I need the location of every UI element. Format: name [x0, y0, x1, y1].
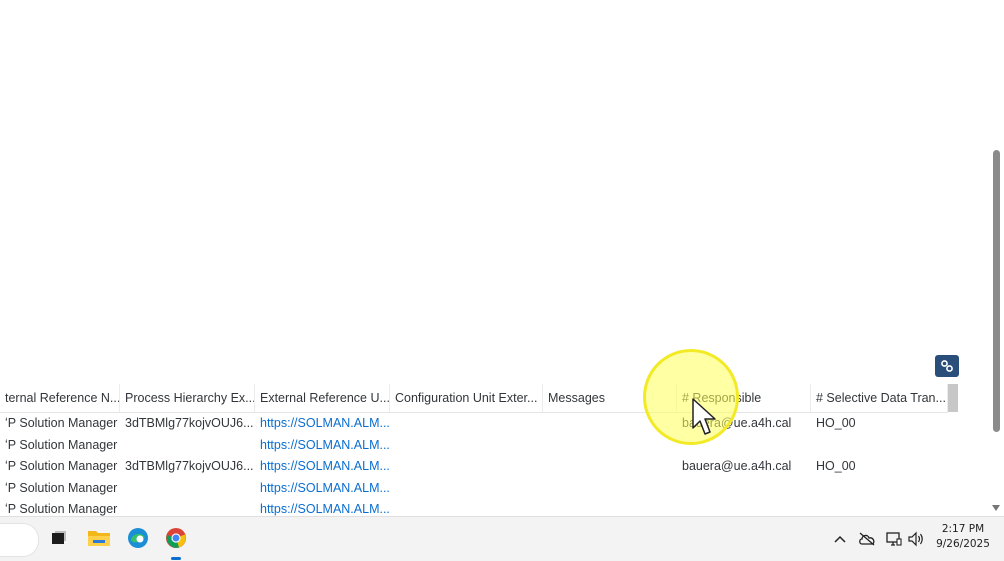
table-row[interactable]: ʻP Solution Manager https://SOLMAN.ALM..… — [0, 499, 948, 516]
table-row[interactable]: ʻP Solution Manager https://SOLMAN.ALM..… — [0, 478, 948, 500]
vertical-scrollbar[interactable] — [990, 0, 1004, 516]
table-row[interactable]: ʻP Solution Manager 3dTBMlg77kojvOUJ6...… — [0, 456, 948, 478]
cell-external-reference-name: ʻP Solution Manager — [5, 416, 118, 430]
cell-external-reference-url-link[interactable]: https://SOLMAN.ALM... — [255, 478, 390, 500]
cell-external-reference-name: ʻP Solution Manager — [5, 502, 118, 516]
show-hidden-icons-chevron-icon[interactable] — [830, 530, 850, 548]
mouse-pointer-icon — [692, 398, 716, 435]
file-explorer-icon[interactable] — [86, 525, 112, 551]
column-header-external-reference-name[interactable]: ternal Reference N... — [0, 384, 120, 412]
table-row[interactable]: ʻP Solution Manager 3dTBMlg77kojvOUJ6...… — [0, 413, 948, 435]
volume-icon[interactable] — [906, 530, 926, 548]
scroll-down-arrow-icon[interactable] — [992, 505, 1000, 511]
clock-date: 9/26/2025 — [936, 538, 990, 550]
cell-external-reference-name: ʻP Solution Manager — [5, 437, 118, 452]
vertical-scrollbar-thumb[interactable] — [993, 150, 1000, 432]
data-table: ternal Reference N... Process Hierarchy … — [0, 384, 948, 516]
cell-external-reference-name: ʻP Solution Manager — [5, 459, 118, 473]
cell-selective-data-transfer: HO_00 — [816, 416, 856, 430]
task-view-icon[interactable] — [46, 525, 72, 551]
edge-browser-icon[interactable] — [125, 525, 151, 551]
settings-gear-icon — [941, 360, 953, 372]
cell-selective-data-transfer: HO_00 — [816, 459, 856, 473]
windows-taskbar: 2:17 PM 9/26/2025 — [0, 516, 1004, 561]
onedrive-offline-icon[interactable] — [857, 530, 877, 548]
cell-process-hierarchy: 3dTBMlg77kojvOUJ6... — [125, 416, 254, 430]
cell-external-reference-url-link[interactable]: https://SOLMAN.ALM... — [255, 499, 390, 516]
cursor-highlight-circle — [643, 349, 739, 445]
taskbar-search-box[interactable] — [0, 523, 39, 557]
cell-process-hierarchy: 3dTBMlg77kojvOUJ6... — [125, 459, 254, 473]
table-header-row: ternal Reference N... Process Hierarchy … — [0, 384, 948, 413]
clock-time: 2:17 PM — [941, 523, 985, 535]
column-header-configuration-unit[interactable]: Configuration Unit Exter... — [390, 384, 543, 412]
column-header-external-reference-url[interactable]: External Reference U... — [255, 384, 390, 412]
column-header-process-hierarchy[interactable]: Process Hierarchy Ex... — [120, 384, 255, 412]
cell-external-reference-name: ʻP Solution Manager — [5, 480, 118, 495]
cell-external-reference-url-link[interactable]: https://SOLMAN.ALM... — [255, 413, 390, 435]
main-content-area: ternal Reference N... Process Hierarchy … — [0, 0, 990, 516]
cell-external-reference-url-link[interactable]: https://SOLMAN.ALM... — [255, 456, 390, 478]
table-row[interactable]: ʻP Solution Manager https://SOLMAN.ALM..… — [0, 435, 948, 457]
table-settings-button[interactable] — [935, 355, 959, 377]
cell-responsible: bauera@ue.a4h.cal — [682, 459, 792, 473]
column-header-selective-data-transfer[interactable]: # Selective Data Tran... — [811, 384, 948, 412]
cell-external-reference-url-link[interactable]: https://SOLMAN.ALM... — [255, 435, 390, 457]
table-header-scrollbar[interactable] — [948, 384, 958, 412]
system-clock[interactable]: 2:17 PM 9/26/2025 — [934, 522, 992, 552]
network-icon[interactable] — [884, 530, 904, 548]
chrome-browser-icon[interactable] — [163, 525, 189, 551]
